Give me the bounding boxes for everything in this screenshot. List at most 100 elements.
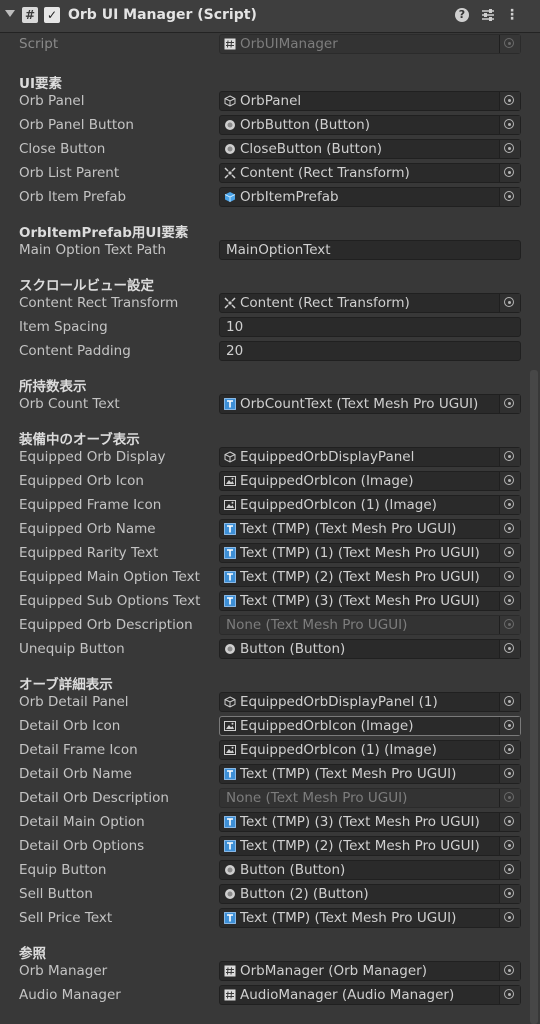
field-value: CloseButton (Button) <box>240 141 383 157</box>
context-menu-icon[interactable]: ⋮ <box>505 6 519 24</box>
text-field[interactable]: 20 <box>219 341 521 361</box>
field-value: EquippedOrbDisplayPanel <box>240 449 415 465</box>
object-field[interactable]: AudioManager (Audio Manager) <box>219 985 521 1005</box>
object-field[interactable]: Button (Button) <box>219 860 521 880</box>
object-field[interactable]: Content (Rect Transform) <box>219 293 521 313</box>
object-picker-button[interactable] <box>499 395 520 413</box>
object-field[interactable]: Text (TMP) (2) (Text Mesh Pro UGUI) <box>219 836 521 856</box>
field-label: Equipped Sub Options Text <box>19 593 201 609</box>
object-picker-button[interactable] <box>499 789 520 807</box>
object-field[interactable]: None (Text Mesh Pro UGUI) <box>219 615 521 635</box>
object-picker-button[interactable] <box>499 717 520 735</box>
field-value: Button (Button) <box>240 641 346 657</box>
object-picker-button[interactable] <box>499 568 520 586</box>
object-picker-button[interactable] <box>499 35 520 53</box>
field-label: Equipped Orb Description <box>19 617 193 633</box>
object-field[interactable]: OrbButton (Button) <box>219 115 521 135</box>
object-picker-dot <box>508 99 511 102</box>
object-field[interactable]: Button (2) (Button) <box>219 884 521 904</box>
object-picker-button[interactable] <box>499 520 520 538</box>
object-picker-button[interactable] <box>499 448 520 466</box>
object-field[interactable]: Text (TMP) (1) (Text Mesh Pro UGUI) <box>219 543 521 563</box>
enabled-checkbox[interactable]: ✓ <box>44 7 60 23</box>
object-picker-button[interactable] <box>499 472 520 490</box>
object-picker-dot <box>508 647 511 650</box>
object-picker-button[interactable] <box>499 909 520 927</box>
scrollbar[interactable] <box>530 370 538 1024</box>
text-field[interactable]: MainOptionText <box>219 240 521 260</box>
recttransform-icon <box>224 297 236 309</box>
object-field[interactable]: EquippedOrbIcon (Image) <box>219 471 521 491</box>
tmp-icon <box>224 595 236 607</box>
field-label: Script <box>19 36 59 52</box>
object-picker-button[interactable] <box>499 986 520 1004</box>
object-field[interactable]: Text (TMP) (Text Mesh Pro UGUI) <box>219 764 521 784</box>
object-picker-button[interactable] <box>499 640 520 658</box>
object-picker-button[interactable] <box>499 92 520 110</box>
object-field[interactable]: Button (Button) <box>219 639 521 659</box>
field-value: Button (2) (Button) <box>240 886 369 902</box>
foldout-arrow-icon[interactable] <box>5 10 15 17</box>
object-picker-button[interactable] <box>499 741 520 759</box>
object-picker-button[interactable] <box>499 765 520 783</box>
object-field[interactable]: EquippedOrbDisplayPanel (1) <box>219 692 521 712</box>
object-field[interactable]: None (Text Mesh Pro UGUI) <box>219 788 521 808</box>
object-picker-button[interactable] <box>499 885 520 903</box>
field-value: OrbPanel <box>240 93 302 109</box>
script-icon <box>224 38 236 50</box>
object-picker-button[interactable] <box>499 693 520 711</box>
object-field[interactable]: CloseButton (Button) <box>219 139 521 159</box>
field-label: Equipped Orb Name <box>19 521 156 537</box>
object-picker-dot <box>508 796 511 799</box>
object-picker-dot <box>508 123 511 126</box>
object-field[interactable]: Text (TMP) (Text Mesh Pro UGUI) <box>219 519 521 539</box>
button-icon <box>225 865 235 875</box>
object-picker-button[interactable] <box>499 544 520 562</box>
field-value: OrbCountText (Text Mesh Pro UGUI) <box>240 396 479 412</box>
field-value: OrbItemPrefab <box>240 189 339 205</box>
object-picker-button[interactable] <box>499 837 520 855</box>
text-field[interactable]: 10 <box>219 317 521 337</box>
object-field[interactable]: Text (TMP) (2) (Text Mesh Pro UGUI) <box>219 567 521 587</box>
field-value: Content (Rect Transform) <box>240 165 410 181</box>
tmp-icon <box>224 398 236 410</box>
object-field[interactable]: Content (Rect Transform) <box>219 163 521 183</box>
object-field[interactable]: OrbManager (Orb Manager) <box>219 961 521 981</box>
object-field[interactable]: Text (TMP) (Text Mesh Pro UGUI) <box>219 908 521 928</box>
object-field[interactable]: EquippedOrbIcon (Image) <box>219 716 521 736</box>
object-picker-button[interactable] <box>499 616 520 634</box>
object-picker-dot <box>508 455 511 458</box>
component-header[interactable]: # ✓ Orb UI Manager (Script) ? ⋮ <box>0 0 540 33</box>
field-value: Text (TMP) (1) (Text Mesh Pro UGUI) <box>240 545 480 561</box>
object-picker-button[interactable] <box>499 164 520 182</box>
object-picker-button[interactable] <box>499 140 520 158</box>
field-value: Text (TMP) (Text Mesh Pro UGUI) <box>240 521 457 537</box>
object-field[interactable]: Text (TMP) (3) (Text Mesh Pro UGUI) <box>219 591 521 611</box>
object-picker-button[interactable] <box>499 496 520 514</box>
object-field[interactable]: EquippedOrbIcon (1) (Image) <box>219 740 521 760</box>
field-label: Detail Main Option <box>19 814 145 830</box>
help-icon[interactable]: ? <box>455 8 469 22</box>
object-field[interactable]: EquippedOrbIcon (1) (Image) <box>219 495 521 515</box>
object-picker-dot <box>508 42 511 45</box>
object-field[interactable]: Text (TMP) (3) (Text Mesh Pro UGUI) <box>219 812 521 832</box>
section-header: 装備中のオーブ表示 <box>19 432 140 448</box>
object-picker-button[interactable] <box>499 188 520 206</box>
object-field[interactable]: OrbItemPrefab <box>219 187 521 207</box>
object-picker-button[interactable] <box>499 861 520 879</box>
object-picker-button[interactable] <box>499 962 520 980</box>
object-picker-dot <box>508 147 511 150</box>
object-field[interactable]: OrbPanel <box>219 91 521 111</box>
section-header: 所持数表示 <box>19 379 87 395</box>
field-label: Equipped Orb Display <box>19 449 166 465</box>
tmp-icon <box>224 547 236 559</box>
field-label: Item Spacing <box>19 319 108 335</box>
object-field[interactable]: OrbCountText (Text Mesh Pro UGUI) <box>219 394 521 414</box>
presets-icon[interactable] <box>480 7 496 23</box>
field-value: Text (TMP) (Text Mesh Pro UGUI) <box>240 910 457 926</box>
object-picker-button[interactable] <box>499 592 520 610</box>
object-picker-button[interactable] <box>499 813 520 831</box>
object-picker-button[interactable] <box>499 294 520 312</box>
object-field[interactable]: EquippedOrbDisplayPanel <box>219 447 521 467</box>
object-picker-button[interactable] <box>499 116 520 134</box>
